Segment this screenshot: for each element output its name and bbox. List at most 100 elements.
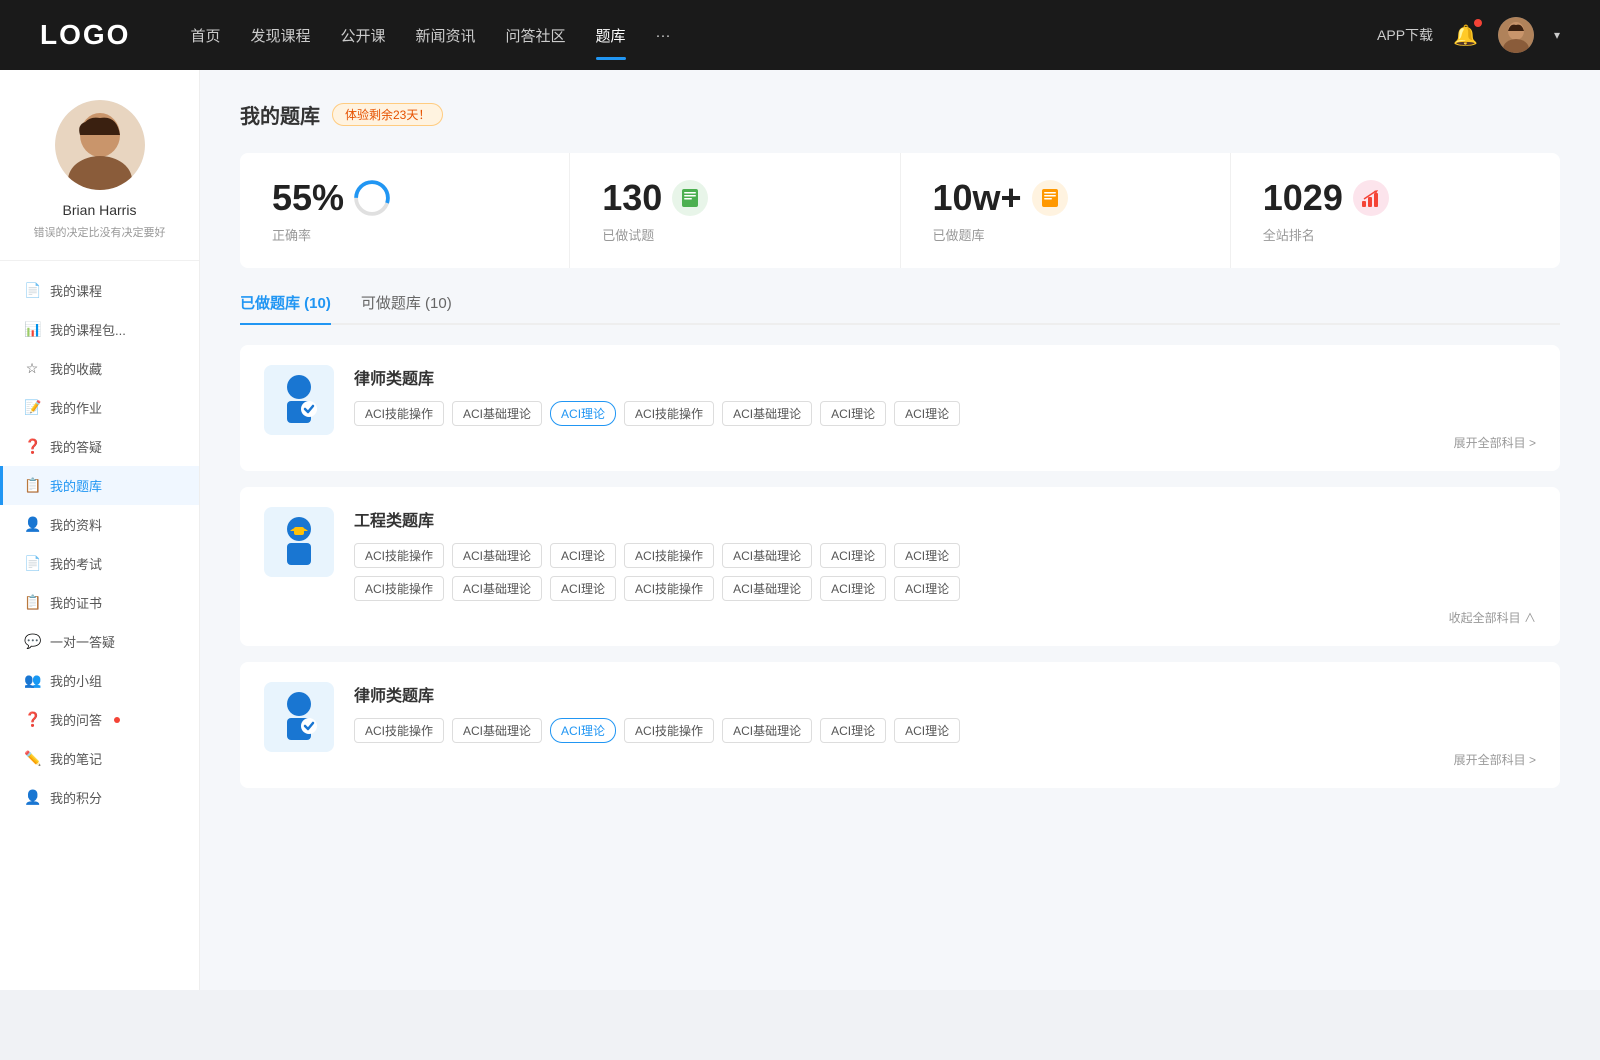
main-content: 我的题库 体验剩余23天！ 55% 正确率 — [200, 70, 1600, 990]
tag-item[interactable]: ACI理论 — [820, 543, 886, 568]
course-icon: 📄 — [24, 282, 40, 299]
tab-done-banks[interactable]: 已做题库 (10) — [240, 292, 331, 323]
menu-notes[interactable]: ✏️ 我的笔记 — [0, 739, 199, 778]
menu-qa[interactable]: ❓ 我的答疑 — [0, 427, 199, 466]
nav-home[interactable]: 首页 — [190, 21, 220, 50]
menu-favorites[interactable]: ☆ 我的收藏 — [0, 349, 199, 388]
menu-label: 我的收藏 — [50, 359, 102, 378]
tags-row-engineer-2: ACI技能操作 ACI基础理论 ACI理论 ACI技能操作 ACI基础理论 AC… — [354, 576, 1536, 601]
menu-label: 一对一答疑 — [50, 632, 115, 651]
expand-link-lawyer-1[interactable]: 展开全部科目 > — [354, 434, 1536, 451]
bank-card-lawyer-2: 律师类题库 ACI技能操作 ACI基础理论 ACI理论 ACI技能操作 ACI基… — [240, 662, 1560, 788]
nav-opencourse[interactable]: 公开课 — [340, 21, 385, 50]
bank-icon: 📋 — [24, 477, 40, 494]
tag-item[interactable]: ACI技能操作 — [624, 401, 714, 426]
nav-news[interactable]: 新闻资讯 — [416, 21, 476, 50]
stat-accuracy: 55% 正确率 — [240, 153, 570, 268]
tag-item[interactable]: ACI基础理论 — [452, 543, 542, 568]
tag-item[interactable]: ACI理论 — [550, 576, 616, 601]
tag-item[interactable]: ACI技能操作 — [354, 718, 444, 743]
collapse-link-engineer[interactable]: 收起全部科目 ∧ — [354, 609, 1536, 626]
tags-row-engineer-1: ACI技能操作 ACI基础理论 ACI理论 ACI技能操作 ACI基础理论 AC… — [354, 543, 1536, 568]
expand-link-lawyer-2[interactable]: 展开全部科目 > — [354, 751, 1536, 768]
notification-badge — [1474, 19, 1482, 27]
nav-more[interactable]: ··· — [656, 23, 671, 48]
tag-item[interactable]: ACI基础理论 — [722, 718, 812, 743]
menu-my-course[interactable]: 📄 我的课程 — [0, 271, 199, 310]
bank-title-lawyer-1: 律师类题库 — [354, 365, 1536, 389]
menu-label: 我的作业 — [50, 398, 102, 417]
menu-my-qa[interactable]: ❓ 我的问答 — [0, 700, 199, 739]
app-download-button[interactable]: APP下载 — [1377, 25, 1433, 45]
avatar — [55, 100, 145, 190]
menu-profile[interactable]: 👤 我的资料 — [0, 505, 199, 544]
stat-value-done: 130 — [602, 177, 662, 219]
notes-icon: ✏️ — [24, 750, 40, 767]
menu-label: 我的考试 — [50, 554, 102, 573]
menu-label: 我的资料 — [50, 515, 102, 534]
tag-item[interactable]: ACI技能操作 — [354, 543, 444, 568]
menu-group[interactable]: 👥 我的小组 — [0, 661, 199, 700]
menu-points[interactable]: 👤 我的积分 — [0, 778, 199, 817]
menu-label: 我的答疑 — [50, 437, 102, 456]
points-icon: 👤 — [24, 789, 40, 806]
menu-label: 我的课程 — [50, 281, 102, 300]
tag-item[interactable]: ACI基础理论 — [452, 576, 542, 601]
tag-item[interactable]: ACI理论 — [894, 401, 960, 426]
tag-item[interactable]: ACI基础理论 — [452, 401, 542, 426]
logo: LOGO — [40, 19, 130, 51]
trial-badge: 体验剩余23天！ — [332, 103, 443, 126]
menu-label: 我的证书 — [50, 593, 102, 612]
tag-item[interactable]: ACI技能操作 — [624, 718, 714, 743]
tag-item[interactable]: ACI理论 — [820, 718, 886, 743]
stat-value-accuracy: 55% — [272, 177, 344, 219]
tag-item[interactable]: ACI基础理论 — [722, 401, 812, 426]
menu-1on1qa[interactable]: 💬 一对一答疑 — [0, 622, 199, 661]
nav-discover[interactable]: 发现课程 — [250, 21, 310, 50]
tag-item[interactable]: ACI理论 — [820, 401, 886, 426]
done-questions-icon — [672, 180, 708, 216]
menu-questionbank[interactable]: 📋 我的题库 — [0, 466, 199, 505]
tab-available-banks[interactable]: 可做题库 (10) — [361, 292, 452, 323]
question-icon: ❓ — [24, 438, 40, 455]
tag-item[interactable]: ACI技能操作 — [624, 543, 714, 568]
stat-label-accuracy: 正确率 — [272, 225, 537, 244]
tag-item[interactable]: ACI基础理论 — [722, 576, 812, 601]
sidebar-menu: 📄 我的课程 📊 我的课程包... ☆ 我的收藏 📝 我的作业 ❓ 我的答疑 📋 — [0, 261, 199, 827]
tag-item[interactable]: ACI理论 — [820, 576, 886, 601]
tag-item[interactable]: ACI理论 — [894, 576, 960, 601]
tag-item[interactable]: ACI技能操作 — [354, 576, 444, 601]
bank-icon-lawyer-2 — [264, 682, 334, 752]
tag-item[interactable]: ACI理论 — [550, 543, 616, 568]
package-icon: 📊 — [24, 321, 40, 338]
tabs-row: 已做题库 (10) 可做题库 (10) — [240, 292, 1560, 325]
user-avatar-header[interactable] — [1498, 17, 1534, 53]
stat-done-banks: 10w+ 已做题库 — [901, 153, 1231, 268]
tag-item[interactable]: ACI基础理论 — [452, 718, 542, 743]
accuracy-pie-icon — [354, 180, 390, 216]
menu-certificate[interactable]: 📋 我的证书 — [0, 583, 199, 622]
bank-icon-lawyer — [264, 365, 334, 435]
bank-content-lawyer-2: 律师类题库 ACI技能操作 ACI基础理论 ACI理论 ACI技能操作 ACI基… — [354, 682, 1536, 768]
done-banks-icon — [1032, 180, 1068, 216]
main-container: Brian Harris 错误的决定比没有决定要好 📄 我的课程 📊 我的课程包… — [0, 70, 1600, 990]
tag-item[interactable]: ACI技能操作 — [354, 401, 444, 426]
menu-course-package[interactable]: 📊 我的课程包... — [0, 310, 199, 349]
star-icon: ☆ — [24, 360, 40, 377]
user-dropdown-chevron[interactable]: ▾ — [1554, 28, 1560, 42]
tag-item[interactable]: ACI基础理论 — [722, 543, 812, 568]
tag-item[interactable]: ACI技能操作 — [624, 576, 714, 601]
bell-icon: 🔔 — [1453, 25, 1478, 47]
nav-questionbank[interactable]: 题库 — [596, 21, 626, 50]
nav-qa[interactable]: 问答社区 — [506, 21, 566, 50]
tag-item-active[interactable]: ACI理论 — [550, 718, 616, 743]
menu-label: 我的笔记 — [50, 749, 102, 768]
tag-item-active[interactable]: ACI理论 — [550, 401, 616, 426]
tag-item[interactable]: ACI理论 — [894, 718, 960, 743]
exam-icon: 📄 — [24, 555, 40, 572]
stat-value-banks: 10w+ — [933, 177, 1022, 219]
menu-exam[interactable]: 📄 我的考试 — [0, 544, 199, 583]
notification-bell[interactable]: 🔔 — [1453, 23, 1478, 48]
tag-item[interactable]: ACI理论 — [894, 543, 960, 568]
menu-homework[interactable]: 📝 我的作业 — [0, 388, 199, 427]
